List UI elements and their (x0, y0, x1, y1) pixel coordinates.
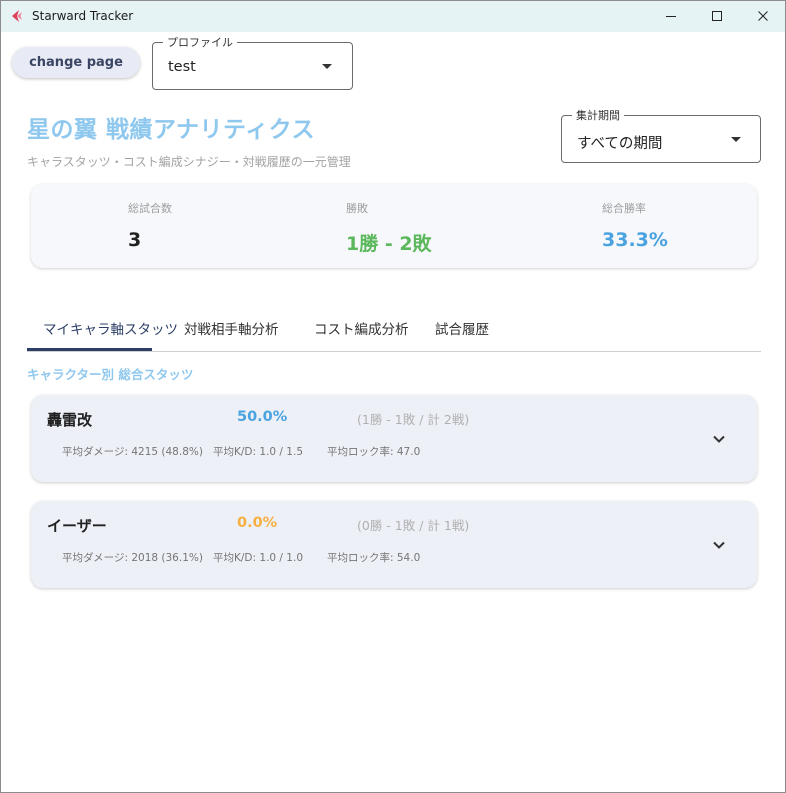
period-select-value: すべての期間 (577, 136, 663, 152)
app-logo-icon (12, 10, 22, 22)
record-label: 勝敗 (346, 202, 368, 215)
profile-select-label: プロファイル (163, 34, 237, 50)
chevron-down-icon[interactable] (711, 431, 727, 447)
maximize-icon (712, 11, 722, 21)
summary-card: 総試合数 3 勝敗 1勝 - 2敗 総合勝率 33.3% (31, 184, 757, 268)
average-kd: 平均K/D: 1.0 / 1.5 (213, 446, 303, 458)
dropdown-arrow-icon (731, 137, 741, 142)
character-card[interactable]: 轟雷改 50.0% (1勝 - 1敗 / 計 2戦) 平均ダメージ: 4215 … (31, 395, 757, 482)
tab-my-character-stats[interactable]: マイキャラ軸スタッツ (43, 318, 178, 338)
character-name: イーザー (47, 517, 107, 535)
period-select-label: 集計期間 (572, 107, 624, 123)
average-lock-rate: 平均ロック率: 47.0 (327, 446, 421, 458)
character-win-rate: 50.0% (237, 409, 288, 425)
character-name: 轟雷改 (47, 411, 93, 429)
window-title: Starward Tracker (32, 9, 134, 23)
title-bar: Starward Tracker (1, 1, 785, 32)
profile-select-value: test (168, 59, 196, 75)
average-lock-rate: 平均ロック率: 54.0 (327, 552, 421, 564)
dropdown-arrow-icon (322, 64, 332, 69)
character-win-rate: 0.0% (237, 515, 278, 531)
win-rate-label: 総合勝率 (602, 202, 646, 215)
active-tab-indicator (27, 348, 152, 351)
period-select[interactable]: 集計期間 すべての期間 (561, 107, 761, 163)
tab-cost-analysis[interactable]: コスト編成分析 (314, 318, 409, 338)
tab-bar: マイキャラ軸スタッツ 対戦相手軸分析 コスト編成分析 試合履歴 (27, 309, 761, 352)
app-window: Starward Tracker change page プロファイル test… (0, 0, 786, 793)
profile-select[interactable]: プロファイル test (152, 34, 353, 90)
character-card[interactable]: イーザー 0.0% (0勝 - 1敗 / 計 1戦) 平均ダメージ: 2018 … (31, 501, 757, 588)
chevron-down-icon[interactable] (711, 537, 727, 553)
average-kd: 平均K/D: 1.0 / 1.0 (213, 552, 303, 564)
minimize-icon (666, 16, 676, 17)
page-title: 星の翼 戦績アナリティクス (27, 117, 315, 143)
total-matches-label: 総試合数 (128, 202, 172, 215)
total-matches-value: 3 (128, 229, 142, 251)
average-damage: 平均ダメージ: 4215 (48.8%) (62, 446, 203, 458)
tab-opponent-analysis[interactable]: 対戦相手軸分析 (184, 318, 279, 338)
tab-match-history[interactable]: 試合履歴 (435, 318, 489, 338)
character-record: (1勝 - 1敗 / 計 2戦) (357, 412, 470, 427)
maximize-button[interactable] (705, 5, 729, 27)
close-icon (758, 11, 768, 21)
win-rate-value: 33.3% (602, 229, 668, 251)
close-button[interactable] (751, 5, 775, 27)
record-value: 1勝 - 2敗 (346, 233, 432, 255)
change-page-button[interactable]: change page (12, 47, 140, 78)
character-record: (0勝 - 1敗 / 計 1戦) (357, 518, 470, 533)
average-damage: 平均ダメージ: 2018 (36.1%) (62, 552, 203, 564)
page-subtitle: キャラスタッツ・コスト編成シナジー・対戦履歴の一元管理 (27, 155, 351, 169)
minimize-button[interactable] (659, 5, 683, 27)
section-heading: キャラクター別 総合スタッツ (27, 367, 194, 382)
